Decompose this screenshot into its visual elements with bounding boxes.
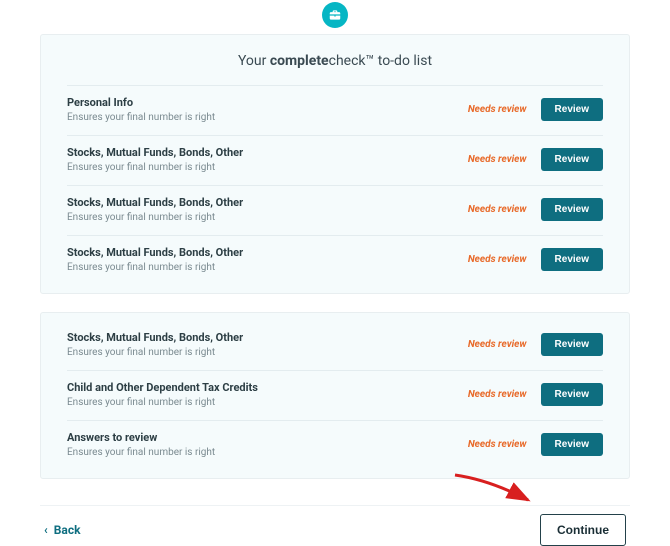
todo-row: Personal Info Ensures your final number … (67, 85, 603, 135)
briefcase-icon (322, 2, 348, 28)
review-button[interactable]: Review (541, 433, 603, 456)
todo-card-1: Your completecheck™ to-do list Personal … (40, 34, 630, 294)
status-badge: Needs review (468, 104, 527, 115)
todo-row: Stocks, Mutual Funds, Bonds, Other Ensur… (67, 135, 603, 185)
review-button[interactable]: Review (541, 198, 603, 221)
row-title: Child and Other Dependent Tax Credits (67, 381, 468, 394)
row-title: Answers to review (67, 431, 468, 444)
row-title: Personal Info (67, 96, 468, 109)
todo-row: Child and Other Dependent Tax Credits En… (67, 370, 603, 420)
todo-row: Stocks, Mutual Funds, Bonds, Other Ensur… (67, 321, 603, 370)
row-title: Stocks, Mutual Funds, Bonds, Other (67, 331, 468, 344)
header-badge (40, 2, 630, 28)
page-title: Your completecheck™ to-do list (67, 53, 603, 69)
footer-bar: ‹ Back Continue (40, 505, 630, 546)
row-subtitle: Ensures your final number is right (67, 162, 468, 173)
chevron-left-icon: ‹ (44, 523, 48, 537)
review-button[interactable]: Review (541, 248, 603, 271)
row-title: Stocks, Mutual Funds, Bonds, Other (67, 146, 468, 159)
status-badge: Needs review (468, 339, 527, 350)
continue-button[interactable]: Continue (540, 514, 626, 546)
row-subtitle: Ensures your final number is right (67, 397, 468, 408)
row-title: Stocks, Mutual Funds, Bonds, Other (67, 196, 468, 209)
status-badge: Needs review (468, 154, 527, 165)
status-badge: Needs review (468, 204, 527, 215)
row-subtitle: Ensures your final number is right (67, 347, 468, 358)
todo-row: Stocks, Mutual Funds, Bonds, Other Ensur… (67, 235, 603, 285)
todo-row: Stocks, Mutual Funds, Bonds, Other Ensur… (67, 185, 603, 235)
row-subtitle: Ensures your final number is right (67, 212, 468, 223)
status-badge: Needs review (468, 389, 527, 400)
back-label: Back (54, 523, 81, 537)
row-subtitle: Ensures your final number is right (67, 262, 468, 273)
row-subtitle: Ensures your final number is right (67, 447, 468, 458)
review-button[interactable]: Review (541, 98, 603, 121)
review-button[interactable]: Review (541, 148, 603, 171)
status-badge: Needs review (468, 254, 527, 265)
row-title: Stocks, Mutual Funds, Bonds, Other (67, 246, 468, 259)
back-button[interactable]: ‹ Back (44, 523, 81, 537)
review-button[interactable]: Review (541, 383, 603, 406)
row-subtitle: Ensures your final number is right (67, 112, 468, 123)
todo-row: Answers to review Ensures your final num… (67, 420, 603, 470)
review-button[interactable]: Review (541, 333, 603, 356)
todo-card-2: Stocks, Mutual Funds, Bonds, Other Ensur… (40, 312, 630, 479)
status-badge: Needs review (468, 439, 527, 450)
